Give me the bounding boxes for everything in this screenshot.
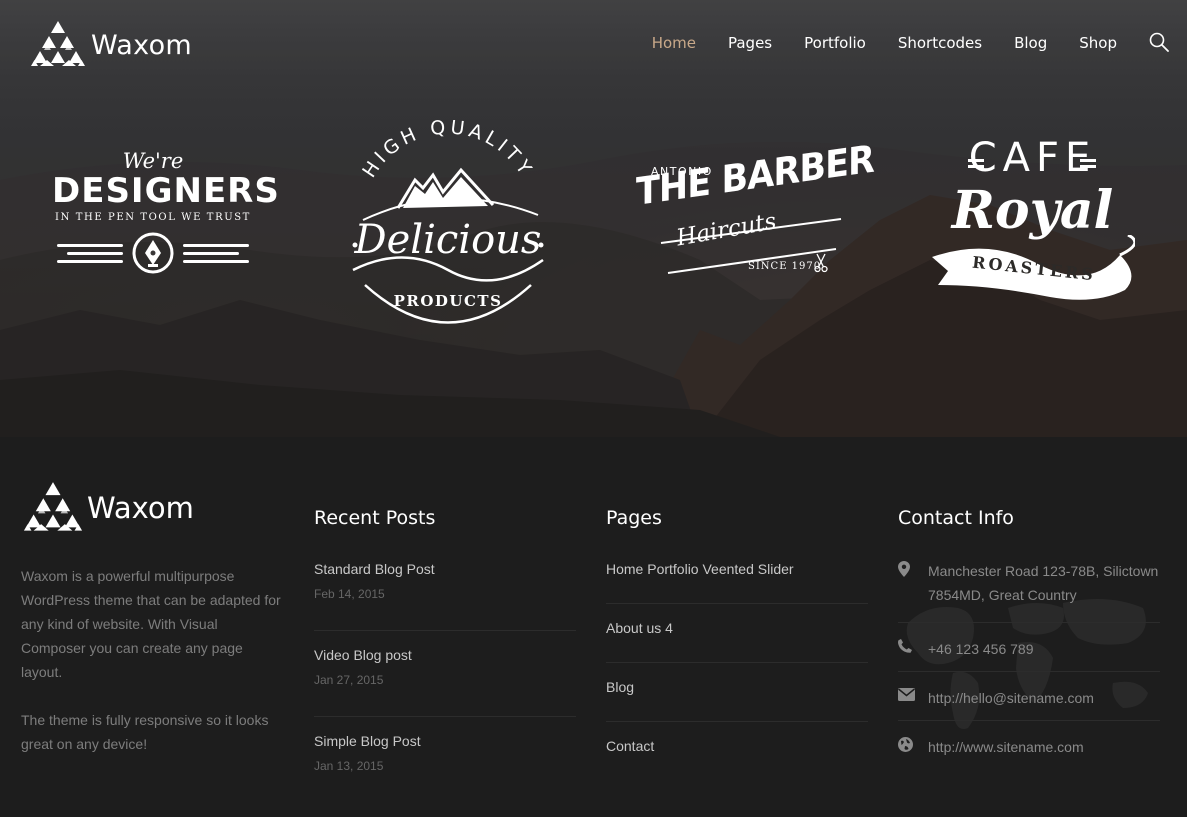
recent-posts-list: Standard Blog Post Feb 14, 2015 Video Bl… <box>314 559 576 803</box>
search-icon[interactable] <box>1149 32 1169 52</box>
nav-portfolio[interactable]: Portfolio <box>804 34 866 52</box>
nav-home[interactable]: Home <box>652 34 696 52</box>
designers-badge-emblem <box>52 231 254 275</box>
designers-badge-script: We're <box>122 149 184 173</box>
contact-email: http://hello@sitename.com <box>898 686 1160 721</box>
cafe-badge-top: CAFE <box>968 135 1097 181</box>
waxom-triangle-logo-icon <box>31 21 85 66</box>
page-link[interactable]: Home Portfolio Veented Slider <box>606 559 868 604</box>
top-navigation-bar: Waxom Home Pages Portfolio Shortcodes Bl… <box>0 0 1187 86</box>
barber-badge: ANTONIO THE BARBER Haircuts SINCE 1970 <box>636 137 874 285</box>
about-paragraph-2: The theme is fully responsive so it look… <box>21 712 269 752</box>
footer-brand-name: Waxom <box>87 491 194 525</box>
recent-posts-heading: Recent Posts <box>314 507 436 529</box>
post-date: Jan 27, 2015 <box>314 673 384 687</box>
list-item: Simple Blog Post Jan 13, 2015 <box>314 731 576 803</box>
list-item: Standard Blog Post Feb 14, 2015 <box>314 559 576 631</box>
brand-logo[interactable]: Waxom <box>29 19 192 71</box>
svg-text:HIGH QUALITY: HIGH QUALITY <box>358 120 537 182</box>
delicious-badge-sub: PRODUCTS <box>393 292 503 310</box>
hero-section: Waxom Home Pages Portfolio Shortcodes Bl… <box>0 0 1187 437</box>
footer-about-text: Waxom is a powerful multipurpose WordPre… <box>21 564 286 756</box>
nav-blog[interactable]: Blog <box>1014 34 1047 52</box>
footer-about-column: Waxom Waxom is a powerful multipurpose W… <box>21 437 286 756</box>
waxom-triangle-logo-icon <box>23 482 83 531</box>
contact-address-text: Manchester Road 123-78B, Silictown 7854M… <box>928 563 1159 603</box>
contact-website-link[interactable]: http://www.sitename.com <box>928 735 1084 770</box>
main-nav: Home Pages Portfolio Shortcodes Blog Sho… <box>620 34 1117 52</box>
scissors-icon <box>814 253 828 273</box>
delicious-badge-arc-text: HIGH QUALITY <box>358 120 533 182</box>
designers-badge-title: DESIGNERS <box>52 171 280 211</box>
page-link[interactable]: Contact <box>606 736 868 781</box>
post-title-link[interactable]: Video Blog post <box>314 645 576 665</box>
client-logos: We're DESIGNERS IN THE PEN TOOL WE TRUST <box>0 110 1187 340</box>
footer-pages: Pages Home Portfolio Veented Slider Abou… <box>606 437 868 795</box>
cafe-royal-badge: CAFE Royal ROASTERS <box>930 135 1135 305</box>
envelope-icon <box>898 688 915 701</box>
designers-badge: We're DESIGNERS IN THE PEN TOOL WE TRUST <box>52 149 280 275</box>
pen-nib-icon <box>132 232 174 274</box>
contact-email-link[interactable]: http://hello@sitename.com <box>928 686 1094 720</box>
about-paragraph-1: Waxom is a powerful multipurpose WordPre… <box>21 568 281 680</box>
footer-recent-posts: Recent Posts Standard Blog Post Feb 14, … <box>314 437 576 817</box>
nav-pages[interactable]: Pages <box>728 34 772 52</box>
post-title-link[interactable]: Simple Blog Post <box>314 731 576 751</box>
delicious-badge: HIGH QUALITY Delicious PRODUCTS <box>343 120 553 340</box>
phone-icon <box>898 639 912 653</box>
pages-list: Home Portfolio Veented Slider About us 4… <box>606 559 868 781</box>
nav-shop[interactable]: Shop <box>1079 34 1117 52</box>
barber-badge-title: THE BARBER <box>636 136 875 214</box>
globe-icon <box>898 737 913 752</box>
contact-heading: Contact Info <box>898 507 1014 529</box>
footer-contact-info: Contact Info Manchester Road 123-78B, Si… <box>898 437 1160 784</box>
brand-name: Waxom <box>91 29 192 61</box>
nav-shortcodes[interactable]: Shortcodes <box>898 34 982 52</box>
contact-list: Manchester Road 123-78B, Silictown 7854M… <box>898 559 1160 770</box>
site-footer: Waxom Waxom is a powerful multipurpose W… <box>0 437 1187 810</box>
list-item: Video Blog post Jan 27, 2015 <box>314 645 576 717</box>
page-link[interactable]: About us 4 <box>606 618 868 663</box>
footer-brand-logo[interactable]: Waxom <box>21 480 286 536</box>
contact-address: Manchester Road 123-78B, Silictown 7854M… <box>898 559 1160 623</box>
map-pin-icon <box>898 561 910 577</box>
post-date: Feb 14, 2015 <box>314 587 385 601</box>
contact-website: http://www.sitename.com <box>898 735 1160 770</box>
post-title-link[interactable]: Standard Blog Post <box>314 559 576 579</box>
contact-phone: +46 123 456 789 <box>898 637 1160 672</box>
delicious-badge-title: Delicious <box>354 217 542 263</box>
designers-badge-tagline: IN THE PEN TOOL WE TRUST <box>55 212 251 223</box>
pages-heading: Pages <box>606 507 662 529</box>
contact-phone-text: +46 123 456 789 <box>928 641 1034 657</box>
barber-badge-since: SINCE 1970 <box>748 261 822 272</box>
cafe-badge-title: Royal <box>951 180 1114 241</box>
page-link[interactable]: Blog <box>606 677 868 722</box>
post-date: Jan 13, 2015 <box>314 759 384 773</box>
